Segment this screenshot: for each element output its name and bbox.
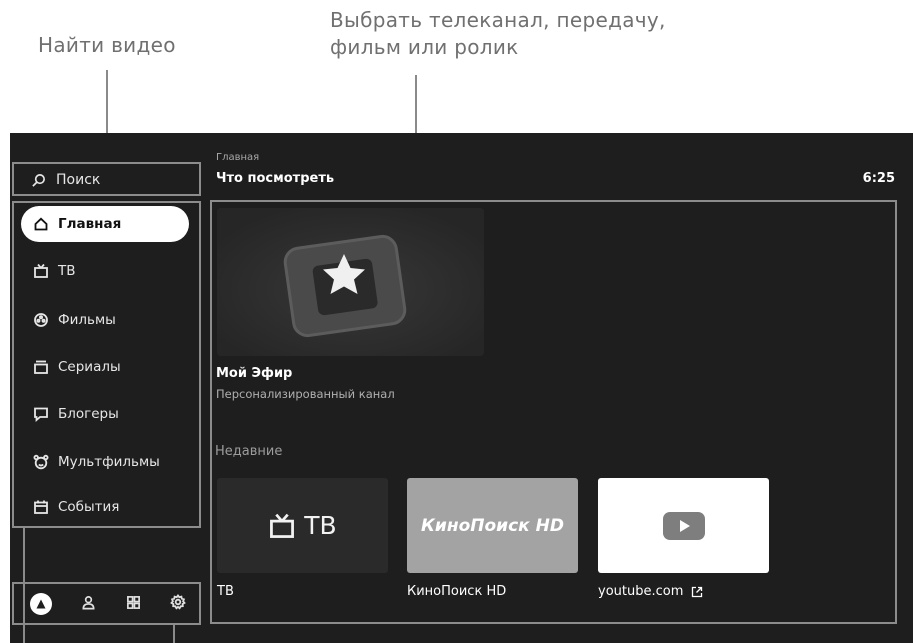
sidebar-item-cartoons[interactable]: Мультфильмы (21, 444, 189, 480)
calendar-icon (33, 499, 49, 515)
sidebar-item-label: ТВ (58, 263, 76, 279)
main-content: Главная Что посмотреть 6:25 Мой Эфир Пер… (210, 133, 913, 643)
my-efir-logo (217, 208, 484, 356)
featured-subtitle: Персонализированный канал (216, 387, 395, 401)
search-icon (31, 173, 46, 188)
home-icon (33, 216, 49, 232)
kinopoisk-logo: КиноПоиск HD (421, 515, 564, 536)
film-reel-icon (33, 312, 49, 328)
choose-content-callout-line2: фильм или ролик (330, 35, 519, 59)
search-label: Поиск (56, 172, 101, 188)
page-title: Что посмотреть (216, 171, 335, 186)
my-efir-card[interactable] (217, 208, 484, 356)
youtube-tile-label: youtube.com (598, 584, 684, 599)
kinopoisk-tile[interactable]: КиноПоиск HD (407, 478, 578, 573)
tv-tile-label: ТВ (217, 584, 234, 599)
sidebar-item-label: Блогеры (58, 406, 119, 422)
tv-icon (268, 513, 296, 539)
chat-icon (33, 406, 49, 422)
profile-icon[interactable] (81, 595, 96, 614)
callout-line-categories (23, 528, 25, 643)
series-icon (33, 359, 49, 375)
breadcrumb: Главная (216, 152, 260, 163)
sidebar-item-label: События (58, 499, 120, 515)
search-button[interactable]: Поиск (15, 163, 201, 197)
sidebar-item-tv[interactable]: ТВ (21, 253, 189, 289)
youtube-play-icon (662, 511, 706, 541)
clock: 6:25 (862, 171, 895, 186)
cartoon-face-icon (33, 454, 49, 470)
recent-section-title: Недавние (215, 444, 283, 459)
sidebar-item-bloggers[interactable]: Блогеры (21, 396, 189, 432)
sidebar: Поиск Главная ТВ Фильмы Сериалы Блогеры … (10, 133, 210, 643)
bottom-bar (15, 584, 201, 624)
tv-tile-logo-text: ТВ (304, 511, 337, 540)
settings-gear-icon[interactable] (170, 594, 187, 614)
choose-content-callout-line1: Выбрать телеканал, передачу, (330, 8, 666, 32)
find-video-callout: Найти видео (38, 33, 176, 57)
sidebar-item-label: Сериалы (58, 359, 121, 375)
callout-line-bottom-bar (173, 625, 175, 643)
youtube-tile-label-wrap: youtube.com (598, 584, 703, 599)
external-link-icon (691, 586, 703, 598)
tv-icon (33, 263, 49, 279)
sidebar-item-label: Фильмы (58, 312, 116, 328)
sidebar-item-label: Главная (58, 216, 122, 232)
sidebar-item-films[interactable]: Фильмы (21, 302, 189, 338)
sidebar-item-home[interactable]: Главная (21, 206, 189, 242)
alice-icon[interactable] (29, 593, 52, 615)
sidebar-item-series[interactable]: Сериалы (21, 349, 189, 385)
featured-title: Мой Эфир (216, 366, 293, 381)
tv-tile[interactable]: ТВ (217, 478, 388, 573)
apps-grid-icon[interactable] (126, 595, 141, 614)
kinopoisk-tile-label: КиноПоиск HD (407, 584, 507, 599)
sidebar-item-label: Мультфильмы (58, 454, 160, 470)
youtube-tile[interactable] (598, 478, 769, 573)
sidebar-item-events[interactable]: События (21, 489, 189, 525)
tv-screen: Поиск Главная ТВ Фильмы Сериалы Блогеры … (10, 133, 913, 643)
